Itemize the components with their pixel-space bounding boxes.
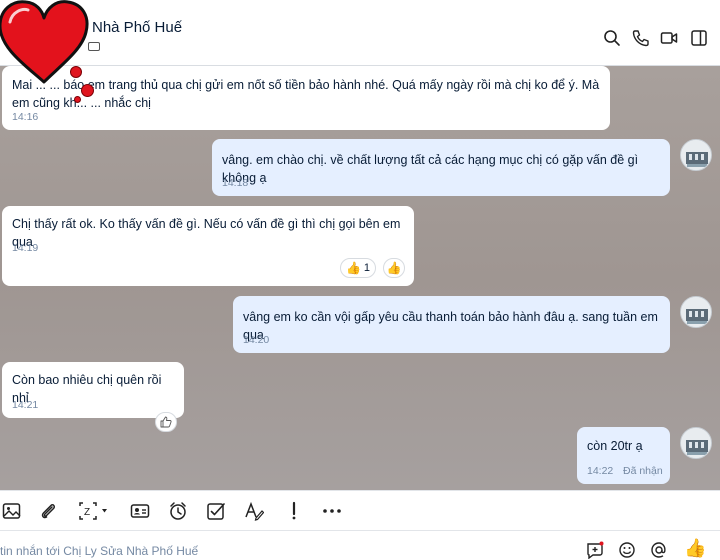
message-time: 14:16 <box>12 111 39 123</box>
message-time: 14:18 <box>222 177 249 189</box>
more-icon[interactable] <box>322 501 342 521</box>
thumbs-up-icon: 👍 <box>345 261 361 275</box>
message-text: vâng. em chào chị. về chất lượng tất cả … <box>222 153 639 185</box>
message-text: còn 20tr ạ <box>587 439 643 453</box>
video-call-icon[interactable] <box>660 29 678 47</box>
task-icon[interactable] <box>206 501 226 521</box>
contact-card-icon[interactable] <box>130 501 150 521</box>
reminder-icon[interactable] <box>168 501 188 521</box>
react-button[interactable]: 👍 <box>383 258 405 278</box>
message-text: Chị thấy rất ok. Ko thấy vấn đề gì. Nếu … <box>12 217 401 249</box>
reaction-summary[interactable]: 👍 1 <box>340 258 376 278</box>
image-icon[interactable] <box>2 501 22 521</box>
message-text: em cũng kh... ... nhắc chị <box>12 96 151 110</box>
emoji-icon[interactable] <box>618 541 636 559</box>
message-time: 14:21 <box>12 399 39 411</box>
phone-call-icon[interactable] <box>632 29 650 47</box>
message-text: vâng em ko cần vội gấp yêu cầu thanh toá… <box>243 310 658 342</box>
composer-toolbar: Z <box>0 490 720 530</box>
red-dot-icon <box>74 96 81 103</box>
avatar[interactable] <box>680 427 712 459</box>
message-bubble-incoming[interactable]: Còn bao nhiêu chị quên rồi nhỉ 14:21 <box>2 362 184 418</box>
message-input-bar: tin nhắn tới Chị Ly Sửa Nhà Phố Huế 👍 <box>0 530 720 560</box>
red-dot-icon <box>81 84 94 97</box>
avatar[interactable] <box>680 296 712 328</box>
sidebar-toggle-icon[interactable] <box>690 29 708 47</box>
quick-message-icon[interactable] <box>586 541 604 559</box>
message-text: Mai ... ... báo em trang thủ qua chị gửi… <box>12 78 600 92</box>
thumbs-up-icon: 👍 <box>386 261 402 275</box>
chat-header: Nhà Phố Huế <box>0 0 720 66</box>
avatar-image-icon <box>681 297 711 327</box>
heart-sticker-icon <box>0 0 89 84</box>
thumbs-up-outline-icon <box>160 416 172 428</box>
message-bubble-outgoing[interactable]: vâng. em chào chị. về chất lượng tất cả … <box>212 139 670 196</box>
message-time: 14:22 <box>587 465 614 477</box>
message-bubble-outgoing[interactable]: còn 20tr ạ 14:22 Đã nhận <box>577 427 670 484</box>
message-time: 14:19 <box>12 242 39 254</box>
red-dot-icon <box>70 66 82 78</box>
message-list[interactable]: Mai ... ... báo em trang thủ qua chị gửi… <box>0 66 720 490</box>
message-input[interactable]: tin nhắn tới Chị Ly Sửa Nhà Phố Huế <box>0 544 198 558</box>
important-icon[interactable] <box>284 501 304 521</box>
react-button[interactable] <box>155 412 177 432</box>
conversation-title[interactable]: Nhà Phố Huế <box>92 19 182 36</box>
search-icon[interactable] <box>603 29 621 47</box>
mention-icon[interactable] <box>650 541 668 559</box>
attachment-icon[interactable] <box>38 501 58 521</box>
svg-text:Z: Z <box>84 507 90 518</box>
screenshot-icon[interactable]: Z <box>78 501 112 521</box>
message-bubble-outgoing[interactable]: vâng em ko cần vội gấp yêu cầu thanh toá… <box>233 296 670 353</box>
avatar-image-icon <box>681 140 711 170</box>
quick-like-icon[interactable]: 👍 <box>684 539 706 557</box>
avatar[interactable] <box>680 139 712 171</box>
reaction-count: 1 <box>363 262 371 274</box>
delivery-status: Đã nhận <box>623 465 663 477</box>
text-format-icon[interactable] <box>244 501 264 521</box>
avatar-image-icon <box>681 428 711 458</box>
message-time: 14:20 <box>243 334 270 346</box>
